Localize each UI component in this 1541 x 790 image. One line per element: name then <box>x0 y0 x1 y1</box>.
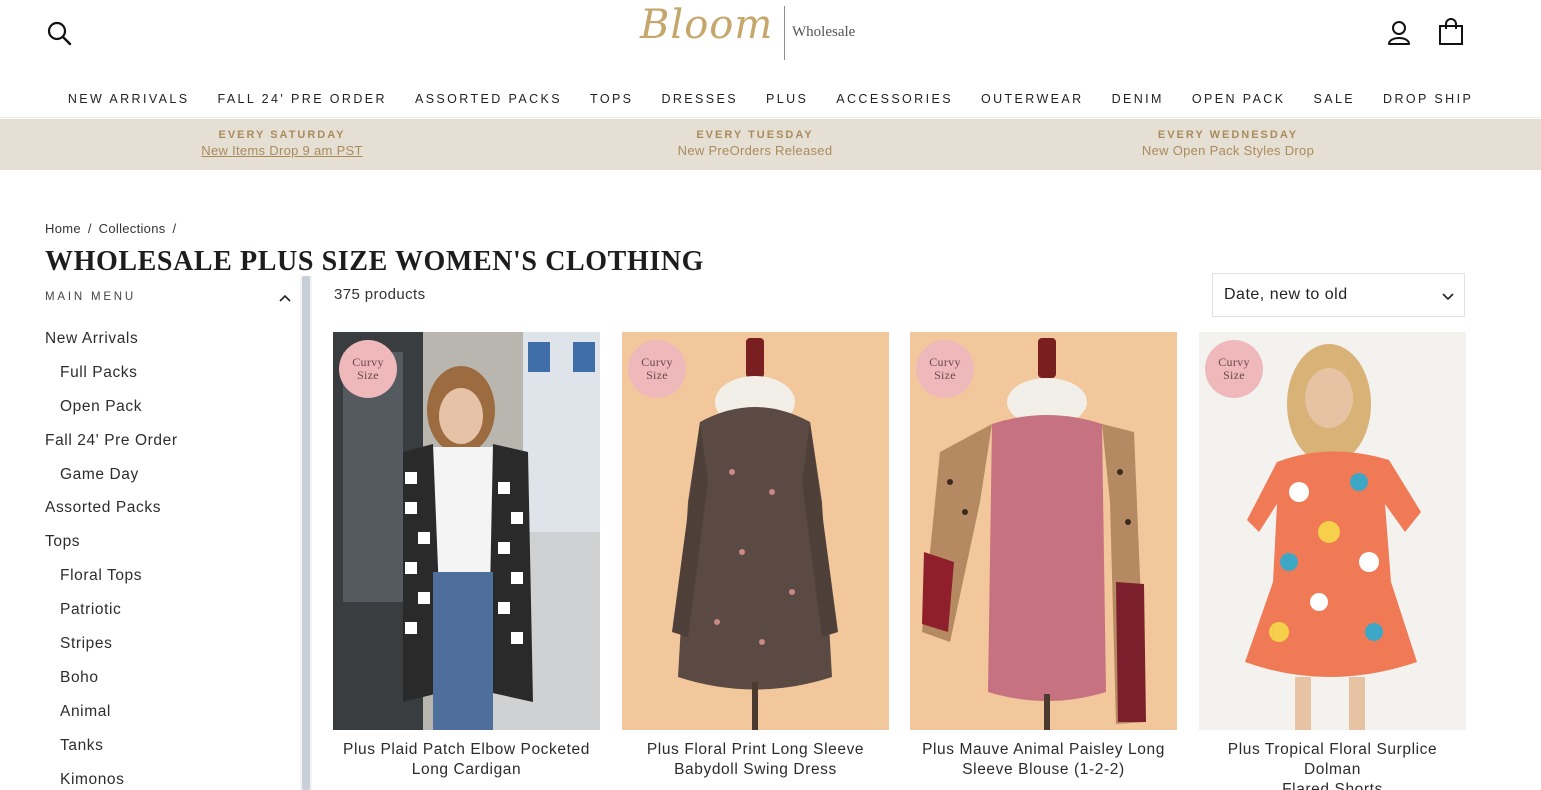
nav-open-pack[interactable]: OPEN PACK <box>1192 92 1286 106</box>
product-title-line1: Plus Tropical Floral Surplice Dolman <box>1227 741 1438 778</box>
nav-drop-ship[interactable]: DROP SHIP <box>1383 92 1473 106</box>
sidebar-item-kimonos[interactable]: Kimonos <box>45 770 295 790</box>
product-card[interactable]: Curvy Size Plus Plaid Patch Elbow Pocket… <box>333 332 600 790</box>
nav-denim[interactable]: DENIM <box>1112 92 1164 106</box>
product-count: 375 products <box>334 286 426 303</box>
product-image[interactable]: Curvy Size <box>910 332 1177 730</box>
product-title-line2: Flared Shorts <box>1282 781 1383 790</box>
nav-new-arrivals[interactable]: NEW ARRIVALS <box>68 92 190 106</box>
badge-line2: Size <box>934 368 956 382</box>
curvy-size-badge: Curvy Size <box>1205 340 1263 398</box>
product-card[interactable]: Curvy Size Plus Floral Print Long Sleeve… <box>622 332 889 790</box>
nav-tops[interactable]: TOPS <box>590 92 633 106</box>
product-title[interactable]: Plus Tropical Floral Surplice Dolman Fla… <box>1199 740 1466 790</box>
product-image[interactable]: Curvy Size <box>622 332 889 730</box>
nav-accessories[interactable]: ACCESSORIES <box>836 92 953 106</box>
sidebar-item-floral-tops[interactable]: Floral Tops <box>45 566 295 600</box>
sidebar-item-animal[interactable]: Animal <box>45 702 295 736</box>
main-nav: NEW ARRIVALS FALL 24' PRE ORDER ASSORTED P… <box>0 90 1541 112</box>
announcement-wednesday: EVERY WEDNESDAY New Open Pack Styles Dro… <box>1068 128 1388 160</box>
curvy-size-badge: Curvy Size <box>916 340 974 398</box>
announcement-text: New PreOrders Released <box>677 143 833 158</box>
announcement-tuesday: EVERY TUESDAY New PreOrders Released <box>595 128 915 160</box>
product-title[interactable]: Plus Plaid Patch Elbow Pocketed Long Car… <box>333 740 600 780</box>
product-card[interactable]: Curvy Size Plus Tropical Floral Surplice… <box>1199 332 1466 790</box>
announcement-text: New Open Pack Styles Drop <box>1141 143 1315 158</box>
nav-dresses[interactable]: DRESSES <box>661 92 738 106</box>
sidebar-item-new-arrivals[interactable]: New Arrivals <box>45 329 295 363</box>
product-image[interactable]: Curvy Size <box>333 332 600 730</box>
breadcrumb-collections[interactable]: Collections <box>99 221 166 236</box>
breadcrumb-separator: / <box>87 221 92 236</box>
sidebar-item-patriotic[interactable]: Patriotic <box>45 600 295 634</box>
nav-outerwear[interactable]: OUTERWEAR <box>981 92 1084 106</box>
nav-sale[interactable]: SALE <box>1313 92 1355 106</box>
nav-fall-pre-order[interactable]: FALL 24' PRE ORDER <box>217 92 386 106</box>
page-title: WHOLESALE PLUS SIZE WOMEN'S CLOTHING <box>45 246 705 277</box>
sidebar-menu-list: New Arrivals Full Packs Open Pack Fall 2… <box>45 329 295 790</box>
sidebar-item-full-packs[interactable]: Full Packs <box>45 363 295 397</box>
chevron-down-icon <box>1441 289 1455 303</box>
sort-select[interactable]: Date, new to old <box>1212 273 1465 317</box>
badge-line2: Size <box>646 368 668 382</box>
announcement-bar: EVERY SATURDAY New Items Drop 9 am PST E… <box>0 119 1541 170</box>
curvy-size-badge: Curvy Size <box>628 340 686 398</box>
product-card[interactable]: Curvy Size Plus Mauve Animal Paisley Lon… <box>910 332 1177 790</box>
announcement-link[interactable]: New Items Drop 9 am PST <box>122 142 442 160</box>
cart-icon[interactable] <box>1438 18 1464 46</box>
site-header: Bloom Wholesale NEW ARRIVALS FALL 24' PRE… <box>0 0 1541 118</box>
product-title-line1: Plus Plaid Patch Elbow Pocketed <box>343 741 590 758</box>
announcement-title: EVERY SATURDAY <box>218 129 346 141</box>
breadcrumb-home[interactable]: Home <box>45 221 81 236</box>
sidebar-menu: MAIN MENU New Arrivals Full Packs Open P… <box>0 285 312 790</box>
sidebar-item-tanks[interactable]: Tanks <box>45 736 295 770</box>
breadcrumb: Home / Collections / <box>45 221 179 236</box>
announcement-title: EVERY TUESDAY <box>696 129 814 141</box>
sidebar-item-tops[interactable]: Tops <box>45 532 295 566</box>
nav-plus[interactable]: PLUS <box>766 92 808 106</box>
logo-script-text: Bloom <box>640 2 774 48</box>
sort-selected-value: Date, new to old <box>1224 286 1348 303</box>
sidebar-item-open-pack[interactable]: Open Pack <box>45 397 295 431</box>
product-title-line1: Plus Floral Print Long Sleeve <box>646 741 865 758</box>
sidebar-item-boho[interactable]: Boho <box>45 668 295 702</box>
logo-divider <box>784 6 785 60</box>
search-icon[interactable] <box>46 20 72 46</box>
badge-line2: Size <box>357 368 379 382</box>
product-title-line2: Babydoll Swing Dress <box>674 761 837 778</box>
sidebar-item-assorted-packs[interactable]: Assorted Packs <box>45 498 295 532</box>
curvy-size-badge: Curvy Size <box>339 340 397 398</box>
announcement-saturday: EVERY SATURDAY New Items Drop 9 am PST <box>122 128 442 160</box>
product-title-line2: Long Cardigan <box>411 761 522 778</box>
breadcrumb-separator: / <box>172 221 177 236</box>
sidebar-heading: MAIN MENU <box>45 291 137 303</box>
sidebar-item-game-day[interactable]: Game Day <box>45 465 295 499</box>
nav-assorted-packs[interactable]: ASSORTED PACKS <box>415 92 562 106</box>
product-title-line1: Plus Mauve Animal Paisley Long <box>922 741 1165 758</box>
product-title[interactable]: Plus Mauve Animal Paisley Long Sleeve Bl… <box>910 740 1177 780</box>
announcement-title: EVERY WEDNESDAY <box>1157 129 1299 141</box>
chevron-up-icon[interactable] <box>278 291 292 305</box>
badge-line2: Size <box>1223 368 1245 382</box>
product-image[interactable]: Curvy Size <box>1199 332 1466 730</box>
site-logo[interactable]: Bloom Wholesale <box>640 2 880 62</box>
sidebar-item-fall-pre-order[interactable]: Fall 24' Pre Order <box>45 431 295 465</box>
product-title-line2: Sleeve Blouse (1-2-2) <box>962 761 1125 778</box>
product-title[interactable]: Plus Floral Print Long Sleeve Babydoll S… <box>622 740 889 780</box>
sidebar-scrollbar-thumb[interactable] <box>302 276 310 790</box>
logo-subtitle: Wholesale <box>792 24 856 40</box>
sidebar-item-stripes[interactable]: Stripes <box>45 634 295 668</box>
account-icon[interactable] <box>1386 20 1412 46</box>
